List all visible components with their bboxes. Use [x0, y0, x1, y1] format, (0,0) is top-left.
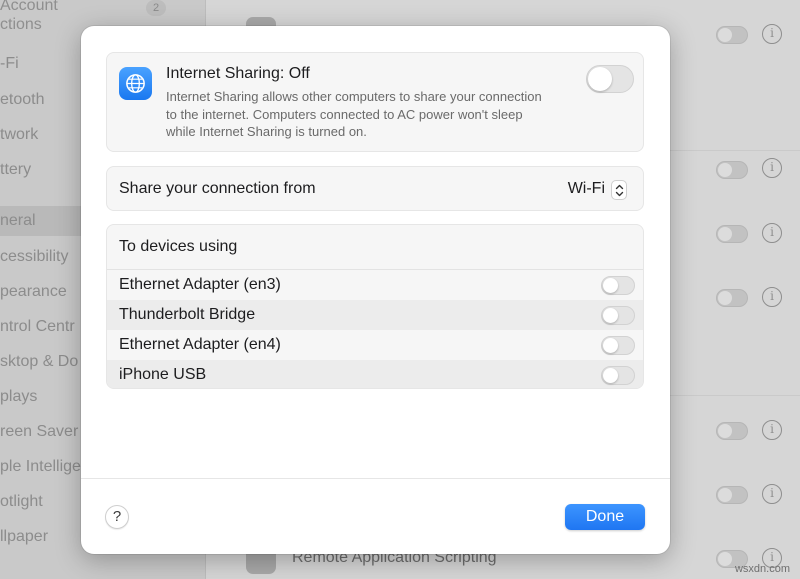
- globe-icon: [119, 67, 152, 100]
- devices-header-label: To devices using: [119, 238, 238, 255]
- info-icon[interactable]: i: [762, 484, 782, 504]
- bg-sidebar-top-text: Account ctions: [0, 0, 58, 33]
- device-toggle[interactable]: [601, 276, 635, 295]
- bg-toggle[interactable]: [716, 161, 748, 179]
- info-icon[interactable]: i: [762, 420, 782, 440]
- device-row: Thunderbolt Bridge: [107, 300, 643, 330]
- device-row: iPhone USB: [107, 360, 643, 388]
- device-name: Thunderbolt Bridge: [119, 306, 256, 323]
- internet-sharing-sheet: Internet Sharing: Off Internet Sharing a…: [81, 26, 670, 554]
- device-toggle[interactable]: [601, 306, 635, 325]
- bg-sidebar-badge: 2: [146, 0, 166, 16]
- device-name: iPhone USB: [119, 366, 207, 383]
- help-button[interactable]: ?: [105, 505, 129, 529]
- internet-sharing-card: Internet Sharing: Off Internet Sharing a…: [106, 52, 644, 152]
- internet-sharing-title: Internet Sharing: Off: [166, 65, 310, 82]
- device-row: Ethernet Adapter (en4): [107, 330, 643, 360]
- watermark: wsxdn.com: [734, 563, 790, 575]
- done-button[interactable]: Done: [565, 504, 645, 530]
- share-from-label: Share your connection from: [119, 180, 316, 197]
- devices-header: To devices using: [107, 225, 643, 270]
- share-from-select-value[interactable]: Wi-Fi: [568, 180, 605, 198]
- internet-sharing-description: Internet Sharing allows other computers …: [166, 89, 542, 139]
- bg-toggle[interactable]: [716, 225, 748, 243]
- info-icon[interactable]: i: [762, 24, 782, 44]
- footer-divider: [81, 478, 670, 479]
- device-name: Ethernet Adapter (en4): [119, 336, 281, 353]
- info-icon[interactable]: i: [762, 223, 782, 243]
- device-name: Ethernet Adapter (en3): [119, 276, 281, 293]
- device-toggle[interactable]: [601, 336, 635, 355]
- bg-toggle[interactable]: [716, 289, 748, 307]
- info-icon[interactable]: i: [762, 158, 782, 178]
- bg-toggle[interactable]: [716, 422, 748, 440]
- bg-toggle[interactable]: [716, 486, 748, 504]
- devices-card: To devices using Ethernet Adapter (en3) …: [106, 224, 644, 389]
- share-from-card: Share your connection from Wi-Fi: [106, 166, 644, 211]
- bg-toggle[interactable]: [716, 26, 748, 44]
- device-toggle[interactable]: [601, 366, 635, 385]
- chevron-up-down-icon[interactable]: [611, 180, 627, 200]
- info-icon[interactable]: i: [762, 287, 782, 307]
- device-row: Ethernet Adapter (en3): [107, 270, 643, 300]
- internet-sharing-toggle[interactable]: [586, 65, 634, 93]
